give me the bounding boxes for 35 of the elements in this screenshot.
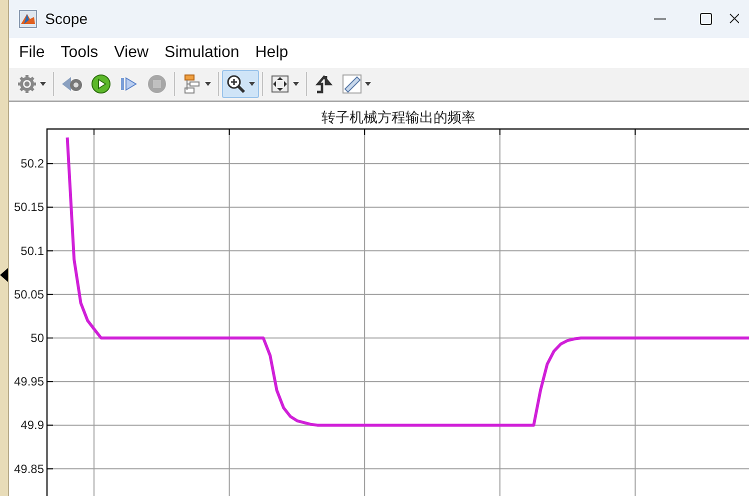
minimize-icon bbox=[654, 18, 666, 20]
y-tick-label: 50.15 bbox=[14, 200, 44, 214]
zoom-in-icon bbox=[226, 74, 246, 94]
y-tick-label: 50 bbox=[30, 331, 44, 345]
y-tick-label: 50.2 bbox=[20, 156, 44, 171]
caret-icon bbox=[365, 82, 371, 86]
y-tick-label: 50.1 bbox=[20, 244, 44, 258]
y-tick-label: 49.9 bbox=[20, 418, 44, 432]
arrow-icon bbox=[0, 268, 8, 282]
rewind-icon bbox=[61, 74, 83, 94]
caret-icon bbox=[293, 82, 299, 86]
ruler-icon bbox=[342, 74, 362, 94]
toolbar-button[interactable] bbox=[222, 70, 259, 98]
layout-icon bbox=[182, 74, 202, 94]
menu-item[interactable]: Simulation bbox=[156, 44, 248, 62]
menu-item[interactable]: Help bbox=[247, 44, 296, 62]
menu-item[interactable]: File bbox=[11, 44, 53, 62]
menu-item[interactable]: Tools bbox=[52, 44, 106, 62]
trigger-icon bbox=[314, 74, 334, 94]
close-icon bbox=[729, 12, 739, 26]
y-tick-label: 50.05 bbox=[14, 287, 44, 302]
menu-item[interactable]: View bbox=[106, 44, 157, 62]
caret-icon bbox=[249, 82, 255, 86]
caret-icon bbox=[205, 82, 211, 86]
maximize-icon bbox=[699, 12, 713, 26]
app-icon bbox=[19, 10, 37, 28]
gear-icon bbox=[17, 74, 37, 94]
chart-title: 转子机械方程输出的频率 bbox=[322, 110, 476, 126]
caret-icon bbox=[40, 82, 46, 86]
y-tick-label: 49.85 bbox=[14, 462, 44, 476]
play-icon bbox=[91, 74, 111, 94]
stop-icon bbox=[147, 74, 167, 94]
y-tick-label: 49.95 bbox=[14, 374, 44, 389]
window-title: Scope bbox=[45, 10, 89, 28]
fit-to-view-icon bbox=[270, 74, 290, 94]
